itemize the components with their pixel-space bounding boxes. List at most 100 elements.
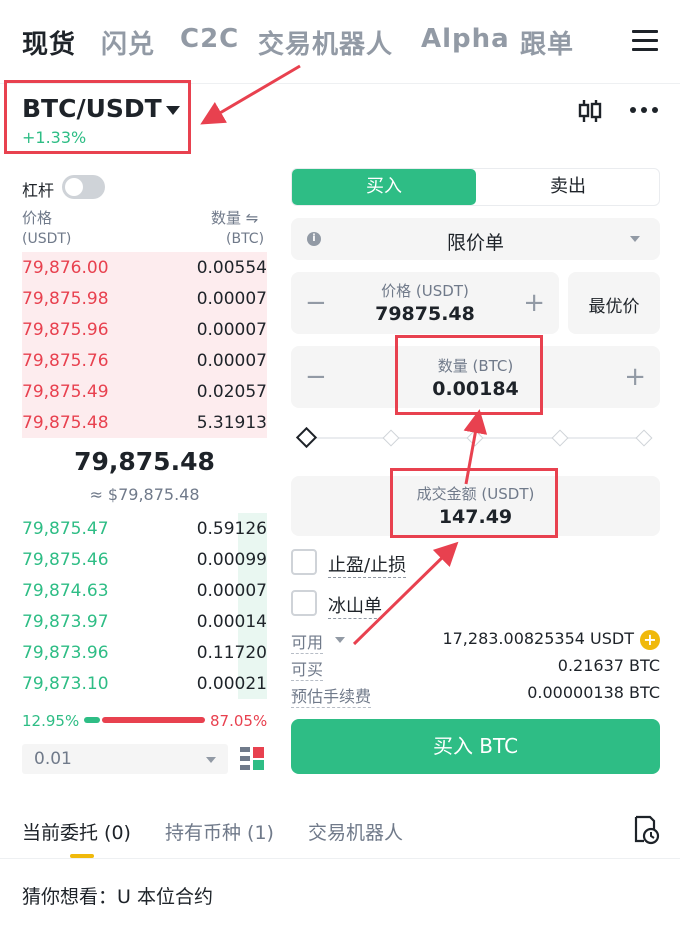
tab-trading-bot[interactable]: 交易机器人 — [258, 24, 393, 61]
quantity-unit: (BTC) — [226, 231, 265, 247]
price-header: 价格 — [22, 209, 53, 227]
order-type-value: 限价单 — [446, 232, 504, 254]
tab-spot[interactable]: 现货 — [22, 24, 76, 61]
tab-copy-trading[interactable]: 跟单 — [520, 24, 574, 61]
tab-alpha[interactable]: Alpha — [421, 24, 510, 54]
ask-quantity: 5.31913 — [196, 413, 267, 433]
ask-row[interactable]: 79,876.00 0.00554 — [22, 252, 267, 283]
price-field[interactable]: − 价格 (USDT) 79875.48 + — [291, 272, 559, 334]
precision-value: 0.01 — [34, 749, 72, 769]
bid-price: 79,873.97 — [22, 612, 109, 632]
fee-value: 0.00000138 BTC — [527, 683, 660, 702]
bid-quantity: 0.00099 — [196, 550, 267, 570]
tab-convert[interactable]: 闪兑 — [101, 24, 155, 61]
price-increase-button[interactable]: + — [523, 290, 545, 316]
ask-price: 79,876.00 — [22, 258, 109, 278]
ask-quantity: 0.00007 — [196, 320, 267, 340]
tpsl-checkbox[interactable] — [291, 549, 317, 575]
top-nav: 现货 闪兑 C2C 交易机器人 Alpha 跟单 — [0, 0, 680, 84]
add-funds-icon[interactable]: + — [640, 630, 660, 650]
ask-row[interactable]: 79,875.49 0.02057 — [22, 376, 267, 407]
bid-quantity: 0.00014 — [196, 612, 267, 632]
leverage-toggle[interactable] — [62, 175, 105, 199]
hamburger-menu-icon[interactable] — [632, 30, 658, 52]
ask-quantity: 0.02057 — [196, 382, 267, 402]
bid-row[interactable]: 79,873.10 0.00021 — [22, 668, 267, 699]
ask-price: 79,875.48 — [22, 413, 109, 433]
slider-stop-25[interactable] — [382, 429, 400, 447]
leverage-label: 杠杆 — [22, 181, 55, 200]
bid-row[interactable]: 79,874.63 0.00007 — [22, 575, 267, 606]
best-price-label: 最优价 — [588, 297, 640, 317]
ask-row[interactable]: 79,875.96 0.00007 — [22, 314, 267, 345]
price-unit: (USDT) — [22, 231, 72, 247]
orderbook-layout-icon[interactable] — [240, 746, 264, 772]
annotation-box-pair — [4, 80, 191, 154]
fee-label[interactable]: 预估手续费 — [291, 683, 372, 708]
bid-quantity: 0.00007 — [196, 581, 267, 601]
bid-row[interactable]: 79,873.96 0.11720 — [22, 637, 267, 668]
sell-tab[interactable]: 卖出 — [476, 169, 660, 205]
fee-row: 预估手续费 0.00000138 BTC — [291, 683, 660, 708]
quantity-header[interactable]: 数量 ⇋ — [211, 207, 258, 228]
bid-price: 79,873.10 — [22, 674, 109, 694]
price-input[interactable]: 79875.48 — [291, 303, 559, 325]
caret-down-icon[interactable] — [335, 637, 345, 643]
chevron-down-icon — [206, 757, 216, 763]
ask-ratio: 87.05% — [210, 712, 268, 730]
can-buy-row: 可买 0.21637 BTC — [291, 656, 660, 681]
bid-row[interactable]: 79,873.97 0.00014 — [22, 606, 267, 637]
iceberg-label[interactable]: 冰山单 — [328, 592, 382, 619]
ask-quantity: 0.00007 — [196, 289, 267, 309]
best-price-button[interactable]: 最优价 — [568, 272, 660, 334]
bid-price: 79,873.96 — [22, 643, 109, 663]
slider-stop-100[interactable] — [635, 429, 653, 447]
ask-row[interactable]: 79,875.48 5.31913 — [22, 407, 267, 438]
chevron-down-icon — [630, 236, 640, 242]
bid-row[interactable]: 79,875.46 0.00099 — [22, 544, 267, 575]
tab-bots[interactable]: 交易机器人 — [308, 818, 403, 845]
bid-row[interactable]: 79,875.47 0.59126 — [22, 513, 267, 544]
tab-c2c[interactable]: C2C — [180, 24, 239, 54]
ask-quantity: 0.00007 — [196, 351, 267, 371]
ask-ratio-bar — [102, 717, 205, 723]
quantity-increase-button[interactable]: + — [624, 364, 646, 390]
slider-stop-75[interactable] — [551, 429, 569, 447]
bid-ratio: 12.95% — [22, 712, 80, 730]
iceberg-checkbox[interactable] — [291, 590, 317, 616]
slider-stop-50[interactable] — [466, 429, 484, 447]
ask-row[interactable]: 79,875.98 0.00007 — [22, 283, 267, 314]
can-buy-value: 0.21637 BTC — [557, 656, 660, 675]
tpsl-label[interactable]: 止盈/止损 — [328, 551, 407, 578]
tab-open-orders[interactable]: 当前委托 (0) — [22, 818, 131, 845]
ask-quantity: 0.00554 — [196, 258, 267, 278]
order-history-icon[interactable] — [632, 815, 660, 845]
ask-price: 79,875.98 — [22, 289, 109, 309]
annotation-box-quantity — [395, 335, 543, 415]
available-value: 17,283.00825354 USDT — [442, 629, 634, 648]
more-options-icon[interactable] — [630, 107, 658, 115]
last-price[interactable]: 79,875.48 — [22, 447, 267, 476]
order-type-select[interactable]: i 限价单 — [291, 218, 660, 260]
bid-quantity: 0.00021 — [196, 674, 267, 694]
can-buy-label: 可买 — [291, 656, 324, 681]
bid-quantity: 0.59126 — [196, 519, 267, 539]
divider — [0, 858, 680, 859]
ask-row[interactable]: 79,875.76 0.00007 — [22, 345, 267, 376]
amount-slider-handle[interactable] — [295, 426, 318, 449]
precision-select[interactable]: 0.01 — [22, 744, 228, 774]
annotation-box-total — [390, 468, 558, 538]
available-label[interactable]: 可用 — [291, 629, 324, 654]
ask-price: 79,875.49 — [22, 382, 109, 402]
buy-sell-tabs: 买入 卖出 — [291, 168, 660, 206]
buy-tab[interactable]: 买入 — [292, 169, 476, 205]
bid-quantity: 0.11720 — [196, 643, 267, 663]
last-price-fiat: ≈ $79,875.48 — [89, 485, 200, 504]
buy-btc-button[interactable]: 买入 BTC — [291, 719, 660, 774]
bid-price: 79,875.46 — [22, 550, 109, 570]
suggestion-link[interactable]: 猜你想看：U 本位合约 — [22, 882, 213, 909]
available-row: 可用 17,283.00825354 USDT + — [291, 629, 660, 654]
ask-price: 79,875.76 — [22, 351, 109, 371]
candlestick-chart-icon[interactable] — [578, 98, 602, 124]
tab-holdings[interactable]: 持有币种 (1) — [165, 818, 274, 845]
